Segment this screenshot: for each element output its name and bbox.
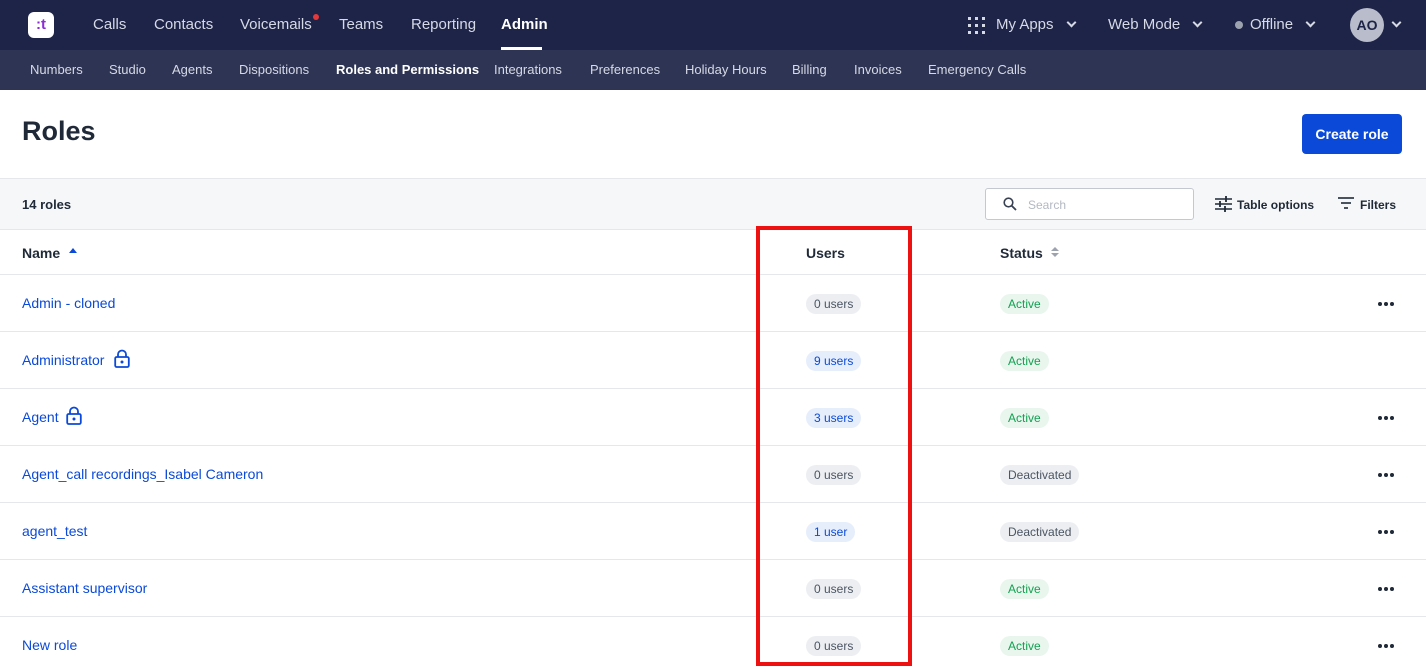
status-badge: Active <box>1000 636 1049 656</box>
subnav-studio[interactable]: Studio <box>109 50 146 90</box>
role-name-link[interactable]: Admin - cloned <box>22 295 115 311</box>
search-placeholder: Search <box>1028 198 1067 212</box>
table-row: Admin - cloned 0 users Active <box>0 275 1426 332</box>
sort-icon[interactable] <box>1051 247 1059 257</box>
column-header-name[interactable]: Name <box>22 245 60 261</box>
subnav-emergency-calls[interactable]: Emergency Calls <box>928 50 1026 90</box>
role-name-link[interactable]: Assistant supervisor <box>22 580 147 596</box>
filter-icon <box>1338 197 1354 209</box>
search-input[interactable]: Search <box>985 188 1194 220</box>
sliders-icon <box>1215 196 1232 212</box>
chevron-down-icon <box>1305 17 1316 28</box>
lock-icon <box>66 406 82 425</box>
role-name-link[interactable]: New role <box>22 637 77 653</box>
row-menu-icon[interactable] <box>1378 302 1394 306</box>
table-row: New role 0 users Active <box>0 617 1426 672</box>
status-badge: Active <box>1000 408 1049 428</box>
my-apps-menu[interactable]: My Apps <box>996 0 1077 50</box>
table-row: Agent_call recordings_Isabel Cameron 0 u… <box>0 446 1426 503</box>
subnav-dispositions[interactable]: Dispositions <box>239 50 309 90</box>
subnav-numbers[interactable]: Numbers <box>30 50 83 90</box>
subnav-holiday-hours[interactable]: Holiday Hours <box>685 50 767 90</box>
app-logo[interactable]: :t <box>28 12 54 38</box>
top-nav: :t Calls Contacts Voicemails Teams Repor… <box>0 0 1426 50</box>
status-menu[interactable]: Offline <box>1250 0 1316 50</box>
row-menu-icon[interactable] <box>1378 644 1394 648</box>
subnav-roles-and-permissions[interactable]: Roles and Permissions <box>336 50 479 90</box>
chevron-down-icon <box>1066 17 1077 28</box>
nav-calls[interactable]: Calls <box>93 0 126 50</box>
status-badge: Active <box>1000 579 1049 599</box>
role-name-link[interactable]: agent_test <box>22 523 87 539</box>
row-menu-icon[interactable] <box>1378 530 1394 534</box>
subnav-agents[interactable]: Agents <box>172 50 212 90</box>
create-role-button[interactable]: Create role <box>1302 114 1402 154</box>
status-badge: Active <box>1000 351 1049 371</box>
chevron-down-icon <box>1391 17 1402 28</box>
table-header: Name Users Status <box>0 230 1426 275</box>
column-header-status[interactable]: Status <box>1000 245 1043 261</box>
role-name-link[interactable]: Administrator <box>22 352 104 368</box>
web-mode-label: Web Mode <box>1108 16 1181 33</box>
table-row: agent_test 1 user Deactivated <box>0 503 1426 560</box>
page-title: Roles <box>22 116 96 146</box>
subnav-billing[interactable]: Billing <box>792 50 827 90</box>
sort-ascending-icon[interactable] <box>69 248 77 253</box>
web-mode-menu[interactable]: Web Mode <box>1108 0 1203 50</box>
status-badge: Deactivated <box>1000 522 1080 542</box>
status-dot-icon <box>1235 21 1243 29</box>
row-menu-icon[interactable] <box>1378 473 1394 477</box>
subnav-integrations[interactable]: Integrations <box>494 50 562 90</box>
status-label: Offline <box>1250 16 1294 33</box>
filters-label: Filters <box>1360 198 1397 212</box>
table-row: Assistant supervisor 0 users Active <box>0 560 1426 617</box>
status-badge: Active <box>1000 294 1049 314</box>
nav-reporting[interactable]: Reporting <box>411 0 476 50</box>
nav-contacts[interactable]: Contacts <box>154 0 213 50</box>
nav-admin[interactable]: Admin <box>501 0 548 50</box>
row-menu-icon[interactable] <box>1378 416 1394 420</box>
role-name-link[interactable]: Agent_call recordings_Isabel Cameron <box>22 466 263 482</box>
search-icon <box>1003 197 1017 211</box>
admin-subnav: Numbers Studio Agents Dispositions Roles… <box>0 50 1426 90</box>
table-row: Agent 3 users Active <box>0 389 1426 446</box>
logo-mark: :t <box>36 16 46 33</box>
subnav-preferences[interactable]: Preferences <box>590 50 660 90</box>
apps-grid-icon[interactable] <box>968 17 985 34</box>
avatar-menu[interactable] <box>1391 0 1402 50</box>
table-toolbar: 14 roles Search Table options Filters <box>0 178 1426 230</box>
users-column-highlight <box>756 226 912 666</box>
status-badge: Deactivated <box>1000 465 1080 485</box>
subnav-invoices[interactable]: Invoices <box>854 50 902 90</box>
table-row: Administrator 9 users Active <box>0 332 1426 389</box>
chevron-down-icon <box>1192 17 1203 28</box>
lock-icon <box>114 349 130 368</box>
table-options-label: Table options <box>1237 198 1315 212</box>
avatar[interactable]: AO <box>1350 8 1384 42</box>
role-name-link[interactable]: Agent <box>22 409 59 425</box>
roles-count: 14 roles <box>22 197 72 212</box>
nav-voicemails[interactable]: Voicemails <box>240 0 312 50</box>
my-apps-label: My Apps <box>996 16 1054 33</box>
nav-teams[interactable]: Teams <box>339 0 383 50</box>
row-menu-icon[interactable] <box>1378 587 1394 591</box>
notification-dot <box>313 14 319 20</box>
